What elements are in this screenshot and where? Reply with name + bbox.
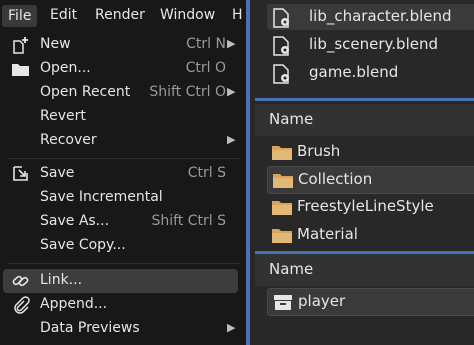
link-icon [12,275,29,287]
new-shortcut: Ctrl N [186,36,226,52]
menu-window[interactable]: Window [160,7,215,23]
data-previews-label: Data Previews [40,320,140,336]
object-data-icon [274,295,292,310]
menu-item-save-as[interactable]: Save As... Shift Ctrl S [0,210,240,234]
save-copy-label: Save Copy... [40,237,126,253]
link-label: Link... [40,272,83,288]
append-label: Append... [40,296,108,312]
open-shortcut: Ctrl O [185,60,226,76]
folder-icon [272,146,292,160]
open-label: Open... [40,60,91,76]
list-item[interactable]: Collection [267,166,474,194]
folder-open-icon [12,64,29,76]
top-menubar: File Edit Render Window H [0,0,246,32]
file-name: game.blend [309,63,399,81]
folder-name: Material [297,225,358,243]
list-item[interactable]: Brush [267,139,474,165]
column-header-label: Name [269,110,314,128]
menu-item-new[interactable]: New Ctrl N ▶ [0,33,240,57]
submenu-arrow-icon: ▶ [227,37,236,50]
menu-item-save-copy[interactable]: Save Copy... [0,234,240,258]
menu-item-append[interactable]: Append... [0,293,240,317]
menu-item-open[interactable]: Open... Ctrl O [0,57,240,81]
menu-help[interactable]: H [232,7,243,23]
file-name: lib_scenery.blend [309,35,439,53]
new-file-icon [13,37,28,54]
folder-icon [273,174,293,188]
list-item[interactable]: FreestyleLineStyle [267,194,474,220]
menu-separator [8,263,240,264]
blend-file-link-icon [273,64,289,84]
panel-separator [255,98,474,101]
revert-label: Revert [40,108,86,124]
submenu-arrow-icon: ▶ [227,321,236,334]
list-item[interactable]: lib_character.blend [267,4,474,30]
list-item[interactable]: lib_scenery.blend [267,32,474,58]
open-recent-label: Open Recent [40,84,131,100]
menu-separator [8,158,240,159]
menu-file[interactable]: File [2,5,38,27]
paperclip-icon [14,296,30,314]
folder-name: Collection [298,170,373,188]
recover-label: Recover [40,132,97,148]
menu-item-open-recent[interactable]: Open Recent Shift Ctrl O ▶ [0,81,240,105]
file-browser: lib_character.blend lib_scenery.blend ga… [255,0,474,345]
save-shortcut: Ctrl S [187,165,226,181]
blend-file-link-icon [273,8,289,28]
list-item[interactable]: Material [267,222,474,248]
menu-item-save-incremental[interactable]: Save Incremental [0,186,240,210]
save-icon [13,166,28,181]
folder-icon [272,229,292,243]
list-item[interactable]: player [267,288,474,316]
save-as-shortcut: Shift Ctrl S [151,213,226,229]
menu-item-save[interactable]: Save Ctrl S [0,162,240,186]
save-incremental-label: Save Incremental [40,189,163,205]
menu-item-recover[interactable]: Recover ▶ [0,129,240,153]
menu-item-link[interactable]: Link... [3,269,238,293]
column-header-label: Name [269,260,314,278]
folder-name: Brush [297,142,341,160]
blend-file-link-icon [273,36,289,56]
submenu-arrow-icon: ▶ [227,133,236,146]
menu-edit[interactable]: Edit [50,7,77,23]
save-label: Save [40,165,75,181]
new-label: New [40,36,71,52]
list-item[interactable]: game.blend [267,60,474,86]
folder-name: FreestyleLineStyle [297,197,434,215]
submenu-arrow-icon: ▶ [227,85,236,98]
folder-icon [272,201,292,215]
open-recent-shortcut: Shift Ctrl O [149,84,226,100]
menu-render[interactable]: Render [95,7,145,23]
column-header[interactable]: Name [255,104,474,136]
area-divider-accent [246,0,250,345]
file-name: lib_character.blend [309,7,452,25]
object-name: player [298,292,346,310]
area-divider[interactable] [246,0,255,345]
column-header[interactable]: Name [255,254,474,286]
file-menu-dropdown: New Ctrl N ▶ Open... Ctrl O Open Recent … [0,32,246,345]
menu-item-revert[interactable]: Revert [0,105,240,129]
save-as-label: Save As... [40,213,110,229]
menu-item-data-previews[interactable]: Data Previews ▶ [0,317,240,341]
